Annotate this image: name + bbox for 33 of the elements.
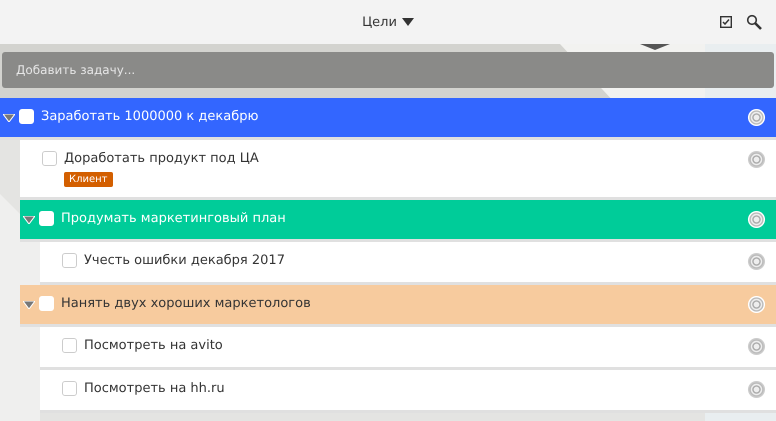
task-row[interactable]: Доработать продукт под ЦА Клиент — [20, 140, 776, 200]
task-title: Продумать маркетинговый план — [61, 210, 287, 228]
expand-icon[interactable] — [3, 114, 15, 122]
checkbox[interactable] — [62, 338, 77, 353]
task-title: Нанять двух хороших маркетологов — [61, 295, 312, 313]
checkbox[interactable] — [62, 381, 77, 396]
add-task-field[interactable]: Добавить задачу... — [2, 52, 774, 88]
checkbox-icon[interactable] — [720, 16, 732, 28]
target-icon[interactable] — [747, 210, 766, 229]
group-row[interactable]: Заработать 1000000 к декабрю — [0, 98, 776, 140]
checkbox[interactable] — [42, 151, 57, 166]
task-title: Учесть ошибки декабря 2017 — [84, 252, 286, 270]
task-row[interactable]: Посмотреть на hh.ru — [40, 370, 776, 413]
task-row[interactable]: Учесть ошибки декабря 2017 — [40, 242, 776, 285]
caret-icon — [402, 18, 414, 26]
target-icon[interactable] — [747, 380, 766, 399]
list-selector[interactable]: Цели — [358, 12, 418, 32]
target-icon[interactable] — [747, 252, 766, 271]
target-icon[interactable] — [747, 295, 766, 314]
checkbox[interactable] — [62, 253, 77, 268]
target-icon[interactable] — [747, 337, 766, 356]
task-title: Посмотреть на hh.ru — [84, 380, 226, 398]
search-icon[interactable] — [746, 14, 762, 30]
expand-icon[interactable] — [23, 301, 35, 309]
group-row[interactable]: Нанять двух хороших маркетологов — [20, 285, 776, 327]
expand-icon[interactable] — [23, 216, 35, 224]
tag-label: Клиент — [64, 172, 113, 187]
target-icon[interactable] — [747, 150, 766, 169]
task-title: Посмотреть на avito — [84, 337, 224, 355]
task-title: Заработать 1000000 к декабрю — [41, 108, 260, 126]
target-icon[interactable] — [747, 108, 766, 127]
task-row[interactable]: Посмотреть на avito — [40, 327, 776, 370]
task-title: Доработать продукт под ЦА — [64, 150, 260, 168]
